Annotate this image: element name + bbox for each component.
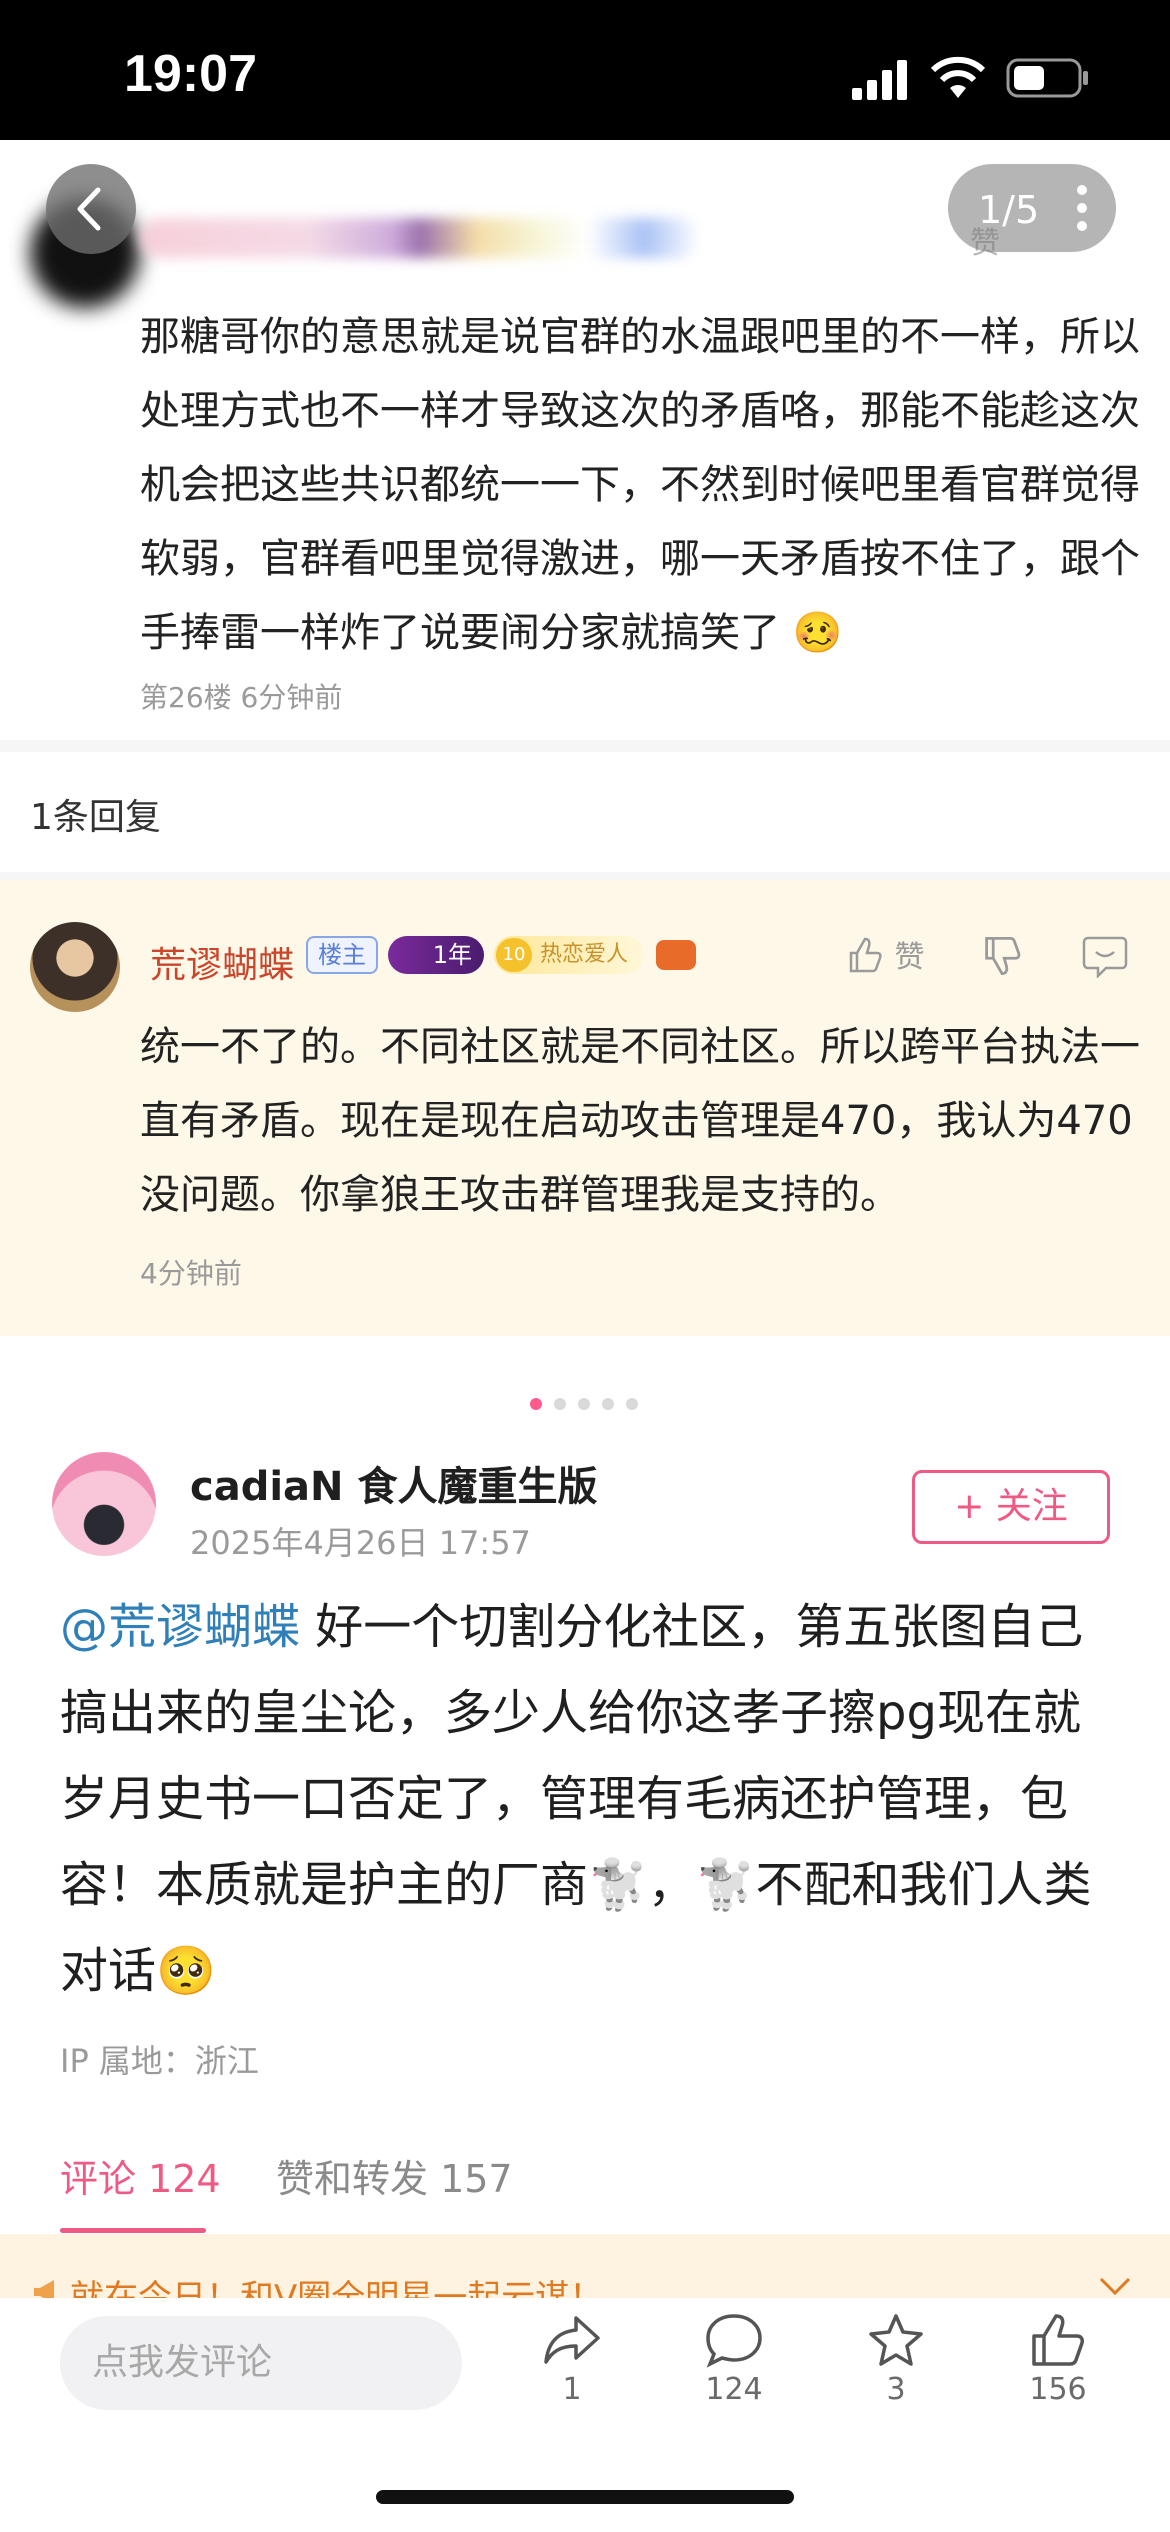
post-body-text: 好一个切割分化社区，第五张图自己搞出来的皇尘论，多少人给你这孝子擦pg现在就岁月… <box>60 1599 1092 1999</box>
image-pager-pill[interactable]: 1/5 <box>948 164 1116 252</box>
reply-card: 荒谬蝴蝶 楼主 1年 10 热恋爱人 赞 统一不了的。不同社区就是不同社区。所以跨… <box>0 880 1170 1336</box>
repost-count: 1 <box>562 2372 582 2407</box>
reply-author-name: 荒谬蝴蝶 <box>150 945 295 986</box>
promo-banner[interactable]: 就在今日！和V圈全明星一起云谋！ <box>0 2234 1170 2298</box>
author-avatar[interactable] <box>52 1452 156 1556</box>
post-date: 2025年4月26日 17:57 <box>190 1524 531 1562</box>
carousel-dot-active <box>530 1398 542 1410</box>
comment-button[interactable]: 124 <box>674 2312 794 2452</box>
wifi-icon <box>930 56 986 98</box>
favorite-count: 3 <box>886 2372 906 2407</box>
mention-link[interactable]: @荒谬蝴蝶 <box>60 1599 300 1655</box>
post-body: @荒谬蝴蝶 好一个切割分化社区，第五张图自己搞出来的皇尘论，多少人给你这孝子擦p… <box>60 1584 1120 2014</box>
carousel-dot <box>554 1398 566 1410</box>
megaphone-icon <box>34 2280 54 2298</box>
thumbs-up-icon <box>849 937 882 973</box>
years-badge: 1年 <box>388 936 484 974</box>
image-carousel-dots <box>530 1396 650 1412</box>
reply-text: 统一不了的。不同社区就是不同社区。所以跨平台执法一直有矛盾。现在是现在启动攻击管… <box>140 1024 1140 1218</box>
gamepad-badge-icon <box>656 940 696 970</box>
status-time: 19:07 <box>124 45 257 103</box>
screenshot-bottom-strip <box>0 1336 1170 1370</box>
comment-count: 124 <box>705 2372 763 2407</box>
carousel-dot <box>626 1398 638 1410</box>
share-arrow-icon <box>544 2316 600 2364</box>
quoted-comment-text: 那糖哥你的意思就是说官群的水温跟吧里的不一样，所以处理方式也不一样才导致这次的矛… <box>140 314 1140 656</box>
reply-avatar <box>30 922 120 1012</box>
like-button[interactable]: 156 <box>998 2312 1118 2452</box>
thumbs-up-icon <box>1032 2314 1084 2366</box>
reply-like-label: 赞 <box>894 940 925 975</box>
comment-bubble-icon <box>706 2314 762 2368</box>
reply-count-label: 1条回复 <box>30 797 161 838</box>
carousel-dot <box>602 1398 614 1410</box>
owner-badge: 楼主 <box>306 936 378 974</box>
thumbs-down-icon <box>985 937 1021 975</box>
promo-text: 就在今日！和V圈全明星一起云谋！ <box>70 2278 604 2298</box>
cellular-signal-icon <box>852 60 907 100</box>
tab-comments[interactable]: 评论 124 <box>60 2148 221 2203</box>
tab-likes-reposts[interactable]: 赞和转发 157 <box>276 2148 513 2203</box>
reply-comment-icon <box>1082 936 1128 978</box>
back-button[interactable] <box>46 164 136 254</box>
level-badge: 10 热恋爱人 <box>494 936 644 974</box>
chevron-left-icon <box>77 187 101 231</box>
star-icon <box>869 2314 923 2366</box>
home-indicator[interactable] <box>376 2490 794 2504</box>
image-pager-count: 1/5 <box>978 188 1040 232</box>
more-vertical-icon[interactable] <box>1076 182 1088 234</box>
carousel-dot <box>578 1398 590 1410</box>
level-badge-number: 10 <box>496 938 532 972</box>
tab-active-indicator <box>60 2228 206 2233</box>
status-bar: 19:07 <box>0 0 1170 140</box>
chevron-down-icon[interactable] <box>1098 2276 1132 2298</box>
post-image-screenshot[interactable]: 赞 那糖哥你的意思就是说官群的水温跟吧里的不一样，所以处理方式也不一样才导致这次… <box>0 140 1170 1370</box>
follow-button[interactable]: + 关注 <box>912 1470 1110 1544</box>
like-count: 156 <box>1029 2372 1087 2407</box>
reply-like: 赞 <box>845 932 925 976</box>
author-name[interactable]: cadiaN 食人魔重生版 <box>190 1454 597 1512</box>
quoted-comment-meta: 第26楼 6分钟前 <box>140 681 343 714</box>
ip-location: IP 属地：浙江 <box>60 2042 259 2080</box>
level-badge-text: 热恋爱人 <box>540 942 629 967</box>
blurred-username <box>140 218 700 258</box>
battery-icon <box>1006 58 1088 98</box>
favorite-button[interactable]: 3 <box>836 2312 956 2452</box>
reply-meta: 4分钟前 <box>140 1257 242 1290</box>
reply-count-header: 1条回复 <box>0 752 1170 872</box>
post-tabs: 评论 124 赞和转发 157 <box>0 2138 1170 2234</box>
comment-input[interactable]: 点我发评论 <box>60 2316 462 2410</box>
repost-button[interactable]: 1 <box>512 2312 632 2452</box>
